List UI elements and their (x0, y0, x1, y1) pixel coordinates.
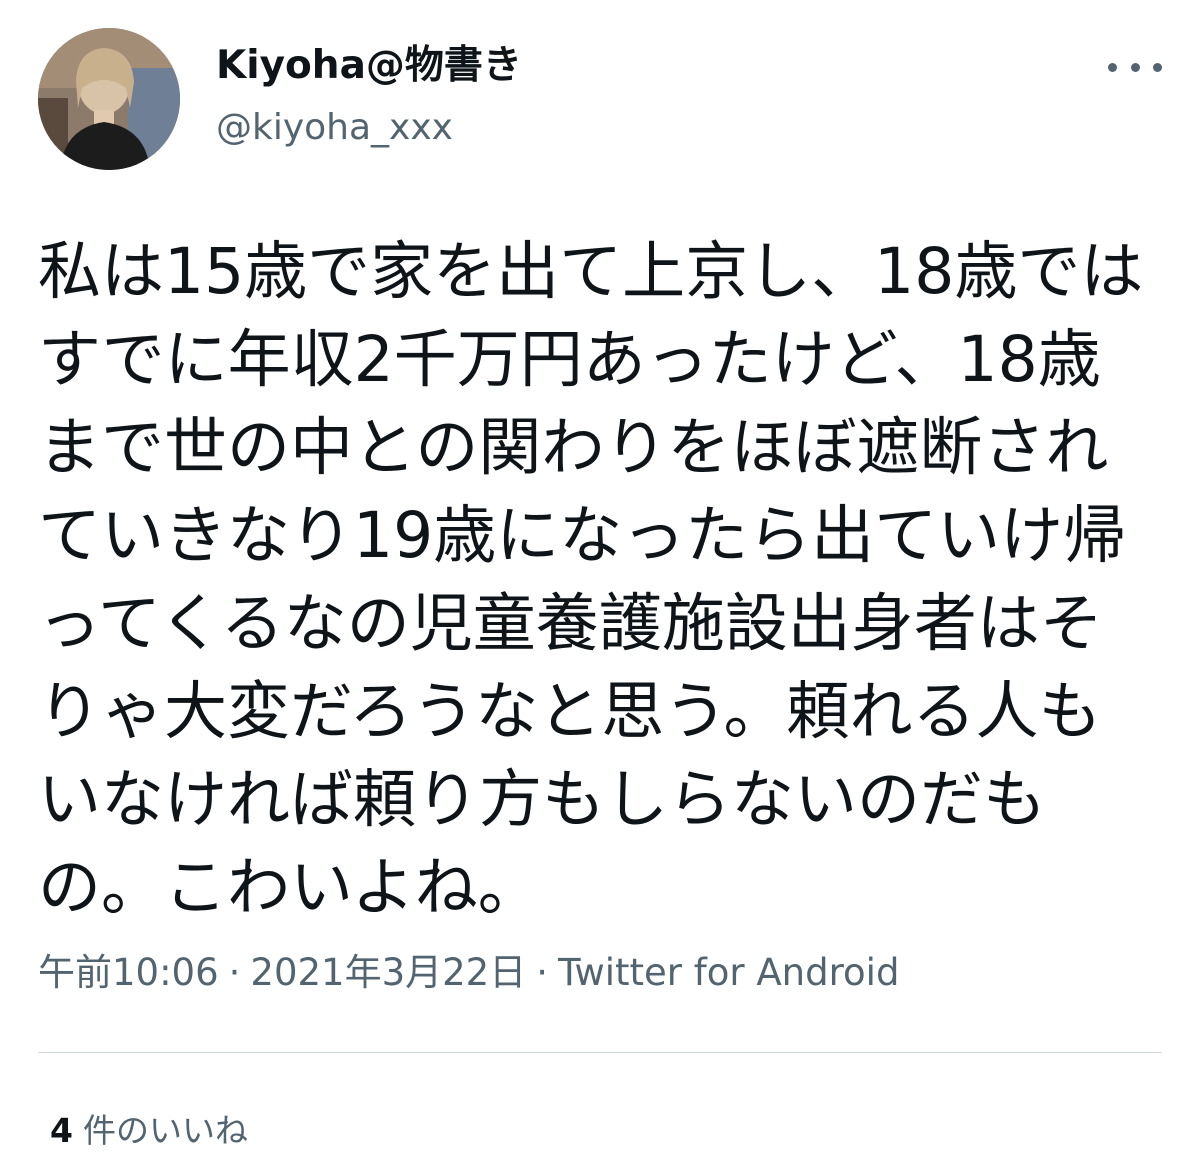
tweet-date[interactable]: 2021年3月22日 (250, 951, 526, 994)
divider (38, 1052, 1162, 1053)
tweet-line: の。こわいよね。 (38, 851, 541, 924)
meta-separator: · (536, 951, 548, 994)
tweet-meta: 午前10:06 · 2021年3月22日 · Twitter for Android (38, 948, 899, 998)
tweet-line: 私は15歳で家を出て上京し、18歳では (38, 235, 1144, 308)
tweet-line: ていきなり19歳になったら出ていけ帰 (38, 499, 1127, 572)
tweet-line: すでに年収2千万円あったけど、18歳 (38, 323, 1101, 396)
more-dot (1153, 62, 1162, 72)
tweet-time[interactable]: 午前10:06 (38, 951, 219, 994)
more-dot (1108, 62, 1117, 72)
tweet-line: ってくるなの児童養護施設出身者はそ (38, 587, 1103, 660)
likes-count[interactable]: 4 件のいいね (50, 1108, 248, 1154)
user-handle[interactable]: @kiyoha_xxx (216, 104, 453, 152)
more-dot (1130, 62, 1140, 72)
display-name[interactable]: Kiyoha@物書き (216, 40, 522, 92)
tweet-line: りゃ大変だろうなと思う。頼れる人も (38, 675, 1102, 748)
likes-label: 件のいいね (82, 1111, 248, 1150)
tweet-line: まで世の中との関わりをほぼ遮断され (38, 411, 1109, 484)
tweet-line: いなければ頼り方もしらないのだも (38, 763, 1046, 836)
profile-photo (38, 28, 180, 170)
avatar[interactable] (38, 28, 180, 170)
more-horizontal-icon[interactable] (1108, 52, 1162, 82)
tweet-text: 私は15歳で家を出て上京し、18歳では すでに年収2千万円あったけど、18歳 ま… (38, 228, 1168, 932)
meta-separator: · (228, 951, 241, 994)
likes-number: 4 (50, 1111, 73, 1150)
tweet-client[interactable]: Twitter for Android (558, 951, 899, 994)
